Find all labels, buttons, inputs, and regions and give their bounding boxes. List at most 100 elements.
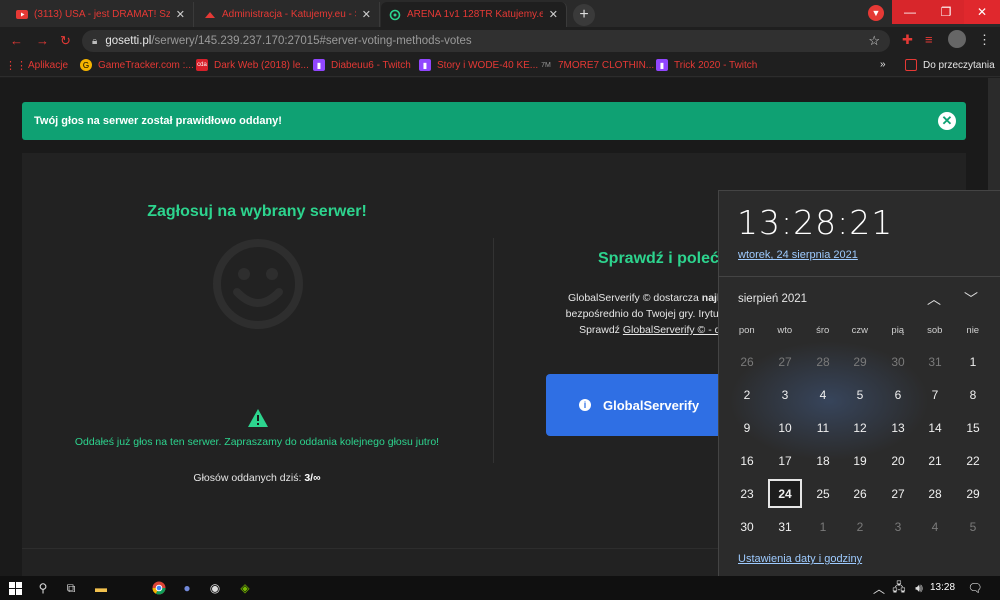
- chrome-icon[interactable]: [150, 579, 168, 597]
- task-view-icon[interactable]: ⧉: [62, 579, 80, 597]
- month-label[interactable]: sierpień 2021: [738, 293, 807, 305]
- windows-start-icon[interactable]: [6, 579, 24, 597]
- menu-icon[interactable]: ⋮: [978, 32, 991, 48]
- twitch-icon: ▮: [313, 59, 325, 71]
- tab-title: (3113) USA - jest DRAMAT! Sz: [34, 9, 170, 20]
- bookmark-story[interactable]: ▮ Story i WODE-40 KE...: [419, 59, 538, 71]
- calendar-day[interactable]: 31: [768, 512, 802, 541]
- calendar-day[interactable]: 4: [918, 512, 952, 541]
- calendar-day[interactable]: 29: [956, 479, 990, 508]
- media-control-icon[interactable]: ≡: [925, 32, 933, 47]
- taskbar-time[interactable]: 13:28: [930, 582, 955, 593]
- close-icon[interactable]: ✕: [362, 8, 371, 21]
- calendar-day[interactable]: 28: [806, 347, 840, 376]
- calendar-day[interactable]: 2: [843, 512, 877, 541]
- forward-button[interactable]: →: [36, 33, 49, 48]
- calendar-day[interactable]: 2: [730, 380, 764, 409]
- calendar-day[interactable]: 14: [918, 413, 952, 442]
- reload-button[interactable]: ↻: [60, 33, 71, 49]
- calendar-day[interactable]: 1: [806, 512, 840, 541]
- calendar-day[interactable]: 22: [956, 446, 990, 475]
- calendar-day[interactable]: 11: [806, 413, 840, 442]
- volume-icon[interactable]: 🔊︎: [910, 579, 928, 597]
- calendar-day[interactable]: 24: [768, 479, 802, 508]
- calendar-day[interactable]: 1: [956, 347, 990, 376]
- check-title: Sprawdź i poleć: [598, 250, 719, 267]
- calendar-day[interactable]: 7: [918, 380, 952, 409]
- weekday-label: pią: [891, 325, 905, 336]
- bookmark-diabeuu6[interactable]: ▮ Diabeuu6 - Twitch: [313, 59, 411, 71]
- network-icon[interactable]: 🖧︎: [890, 579, 908, 597]
- steam-icon[interactable]: ◉: [206, 579, 224, 597]
- votes-today-value: 3/∞: [304, 472, 321, 484]
- reading-list-button[interactable]: Do przeczytania: [905, 59, 995, 71]
- calendar-day[interactable]: 3: [768, 380, 802, 409]
- close-icon[interactable]: ✕: [549, 8, 558, 21]
- nvidia-icon[interactable]: ◈: [236, 579, 254, 597]
- calendar-day[interactable]: 16: [730, 446, 764, 475]
- calendar-day[interactable]: 4: [806, 380, 840, 409]
- bookmark-7more7[interactable]: 7M 7MORE7 CLOTHIN...: [540, 59, 654, 71]
- calendar-day[interactable]: 26: [843, 479, 877, 508]
- calendar-day[interactable]: 20: [881, 446, 915, 475]
- calendar-day[interactable]: 6: [881, 380, 915, 409]
- chevron-down-icon[interactable]: ﹀: [964, 289, 978, 309]
- calendar-day[interactable]: 17: [768, 446, 802, 475]
- calendar-day[interactable]: 5: [843, 380, 877, 409]
- profile-badge-icon[interactable]: ▼: [868, 5, 884, 21]
- calendar-day[interactable]: 30: [730, 512, 764, 541]
- calendar-day[interactable]: 23: [730, 479, 764, 508]
- extensions-puzzle-icon[interactable]: ✚: [902, 32, 913, 48]
- calendar-day[interactable]: 27: [881, 479, 915, 508]
- file-explorer-icon[interactable]: ▬: [92, 579, 110, 597]
- calendar-day[interactable]: 25: [806, 479, 840, 508]
- close-icon[interactable]: ✕: [176, 8, 185, 21]
- close-icon[interactable]: ✕: [938, 112, 956, 130]
- calendar-day[interactable]: 26: [730, 347, 764, 376]
- tab-youtube[interactable]: (3113) USA - jest DRAMAT! Sz ✕: [8, 2, 194, 27]
- calendar-day[interactable]: 12: [843, 413, 877, 442]
- calendar-day[interactable]: 27: [768, 347, 802, 376]
- globalserverify-button[interactable]: i GlobalServerify: [546, 374, 746, 436]
- bookmark-darkweb[interactable]: cda Dark Web (2018) le...: [196, 59, 309, 71]
- full-date-link[interactable]: wtorek, 24 sierpnia 2021: [738, 249, 858, 261]
- calendar-day[interactable]: 10: [768, 413, 802, 442]
- back-button[interactable]: ←: [10, 33, 23, 48]
- tab-administracja[interactable]: Administracja - Katujemy.eu - Se ✕: [196, 2, 380, 27]
- bookmarks-overflow-button[interactable]: »: [880, 59, 886, 70]
- minimize-button[interactable]: —: [892, 0, 928, 24]
- bookmark-star-icon[interactable]: ☆: [868, 33, 880, 49]
- calendar-day[interactable]: 31: [918, 347, 952, 376]
- discord-icon[interactable]: ●: [178, 579, 196, 597]
- chevron-up-icon[interactable]: ︿: [870, 579, 888, 597]
- calendar-day[interactable]: 15: [956, 413, 990, 442]
- restore-button[interactable]: ❐: [928, 0, 964, 24]
- avatar[interactable]: [948, 30, 966, 48]
- calendar-day[interactable]: 30: [881, 347, 915, 376]
- close-window-button[interactable]: ✕: [964, 0, 1000, 24]
- calendar-day[interactable]: 21: [918, 446, 952, 475]
- calendar-day[interactable]: 19: [843, 446, 877, 475]
- lock-icon[interactable]: 🔒︎: [92, 36, 97, 47]
- new-tab-button[interactable]: +: [573, 4, 595, 26]
- calendar-day[interactable]: 5: [956, 512, 990, 541]
- tab-arena[interactable]: ARENA 1v1 128TR Katujemy.eu - Gos ✕: [381, 2, 567, 27]
- chevron-up-icon[interactable]: ︿: [927, 289, 941, 309]
- bookmark-gametracker[interactable]: G GameTracker.com :...: [80, 59, 194, 71]
- search-icon[interactable]: ⚲: [34, 579, 52, 597]
- calendar-day[interactable]: 3: [881, 512, 915, 541]
- already-voted-message: Oddałeś już głos na ten serwer. Zaprasza…: [74, 436, 440, 448]
- address-bar[interactable]: 🔒︎ gosetti.pl/serwery/145.239.237.170:27…: [82, 30, 890, 52]
- calendar-day[interactable]: 28: [918, 479, 952, 508]
- bookmark-label: Diabeuu6 - Twitch: [331, 59, 411, 71]
- date-time-settings-link[interactable]: Ustawienia daty i godziny: [738, 553, 862, 565]
- calendar-day[interactable]: 9: [730, 413, 764, 442]
- bookmark-trick[interactable]: ▮ Trick 2020 - Twitch: [656, 59, 757, 71]
- bookmark-apps[interactable]: ⋮⋮ Aplikacje: [5, 59, 68, 72]
- notification-icon[interactable]: 🗨︎: [966, 579, 984, 597]
- calendar-day[interactable]: 18: [806, 446, 840, 475]
- bookmark-label: Dark Web (2018) le...: [214, 59, 309, 71]
- calendar-day[interactable]: 8: [956, 380, 990, 409]
- calendar-day[interactable]: 29: [843, 347, 877, 376]
- calendar-day[interactable]: 13: [881, 413, 915, 442]
